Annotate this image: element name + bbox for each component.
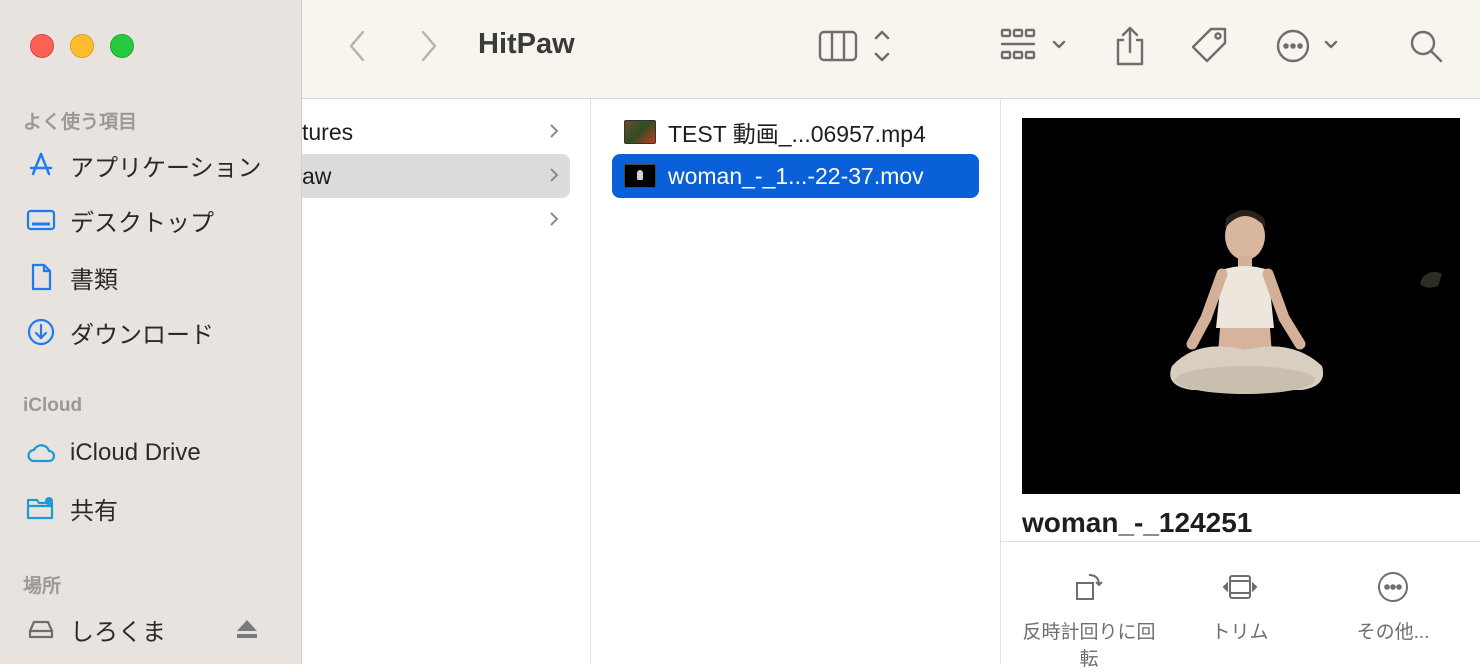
download-icon [24,315,58,349]
action-label: 反時計回りに回転 [1022,622,1156,670]
video-preview[interactable] [1022,118,1460,494]
locations-header: 場所 [23,576,62,597]
folder-label: aw [302,162,332,189]
sidebar-item-icloud-drive[interactable]: iCloud Drive [24,433,201,473]
eject-icon[interactable] [235,618,259,640]
close-button[interactable] [30,34,54,58]
column-view-icon [818,30,890,62]
back-button[interactable] [342,28,372,64]
preview-pane: woman_-_124251 反時計回りに回転 トリム その他... [1001,99,1480,670]
share-button[interactable] [1110,22,1150,70]
disk-icon [24,612,58,646]
sidebar-item-downloads[interactable]: ダウンロード [24,312,214,352]
forward-button[interactable] [414,28,444,64]
divider [1001,541,1480,542]
file-name: woman_-_1...-22-37.mov [668,162,924,189]
favorites-header: よく使う項目 [23,112,138,133]
share-icon [1116,26,1144,66]
folder-label: tures [302,118,354,145]
sidebar-item-applications[interactable]: アプリケーション [24,145,262,185]
chevron-right-icon [548,208,560,228]
action-label: その他... [1356,622,1430,643]
minimize-button[interactable] [70,34,94,58]
sidebar-item-label: しろくま [70,618,166,646]
chevron-right-icon [421,30,437,62]
sidebar-item-label: 書類 [70,266,118,294]
search-icon [1410,30,1443,63]
more-circle-icon [1276,29,1338,63]
tag-icon [1191,27,1227,63]
sidebar-item-label: アプリケーション [70,154,262,182]
grid-icon [1000,28,1066,60]
sidebar-item-documents[interactable]: 書類 [24,257,118,297]
chevron-right-icon [548,164,560,184]
list-item[interactable] [302,198,570,242]
view-mode-button[interactable] [816,26,896,66]
sidebar-item-label: ダウンロード [70,321,214,349]
file-row[interactable]: TEST 動画_...06957.mp4 [612,110,979,154]
shared-folder-icon [24,491,58,525]
rotate-left-button[interactable]: 反時計回りに回転 [1019,569,1159,671]
preview-title: woman_-_124251 [1022,507,1253,538]
list-item-selected[interactable]: aw [302,154,570,198]
action-menu-button[interactable] [1274,26,1346,66]
applications-icon [24,148,58,182]
files-column: TEST 動画_...06957.mp4 woman_-_1...-22-37.… [591,99,1001,664]
sidebar-item-desktop[interactable]: デスクトップ [24,200,214,240]
video-thumbnail-icon [624,120,656,144]
meditating-woman-image [1170,210,1442,394]
sidebar-item-label: デスクトップ [70,209,214,237]
group-button[interactable] [998,26,1074,66]
action-label: トリム [1211,622,1269,643]
more-icon [1378,572,1408,602]
sidebar-item-label: iCloud Drive [70,439,201,466]
window-title: HitPaw [478,28,575,60]
chevron-left-icon [349,30,365,62]
rotate-left-icon [1076,574,1103,600]
search-button[interactable] [1406,26,1446,66]
list-item[interactable]: tures [302,110,570,154]
sidebar-item-label: 共有 [70,497,118,525]
video-thumbnail-icon [624,164,656,188]
file-row-selected[interactable]: woman_-_1...-22-37.mov [612,154,979,198]
window-controls [30,34,134,58]
trim-button[interactable]: トリム [1170,569,1310,644]
sidebar: よく使う項目 アプリケーション デスクトップ 書類 ダウンロード iCloud … [0,0,302,664]
trim-icon [1222,575,1258,599]
chevron-right-icon [548,120,560,140]
tag-button[interactable] [1188,24,1232,68]
icloud-header: iCloud [23,395,83,416]
file-name: TEST 動画_...06957.mp4 [668,121,926,147]
zoom-button[interactable] [110,34,134,58]
chevron-down-icon [1052,40,1066,49]
parent-column: tures aw [302,99,591,664]
sidebar-item-shared[interactable]: 共有 [24,488,118,528]
more-button[interactable]: その他... [1323,569,1463,644]
document-icon [24,260,58,294]
sidebar-item-disk[interactable]: しろくま [24,609,166,649]
cloud-icon [24,436,58,470]
desktop-icon [24,203,58,237]
